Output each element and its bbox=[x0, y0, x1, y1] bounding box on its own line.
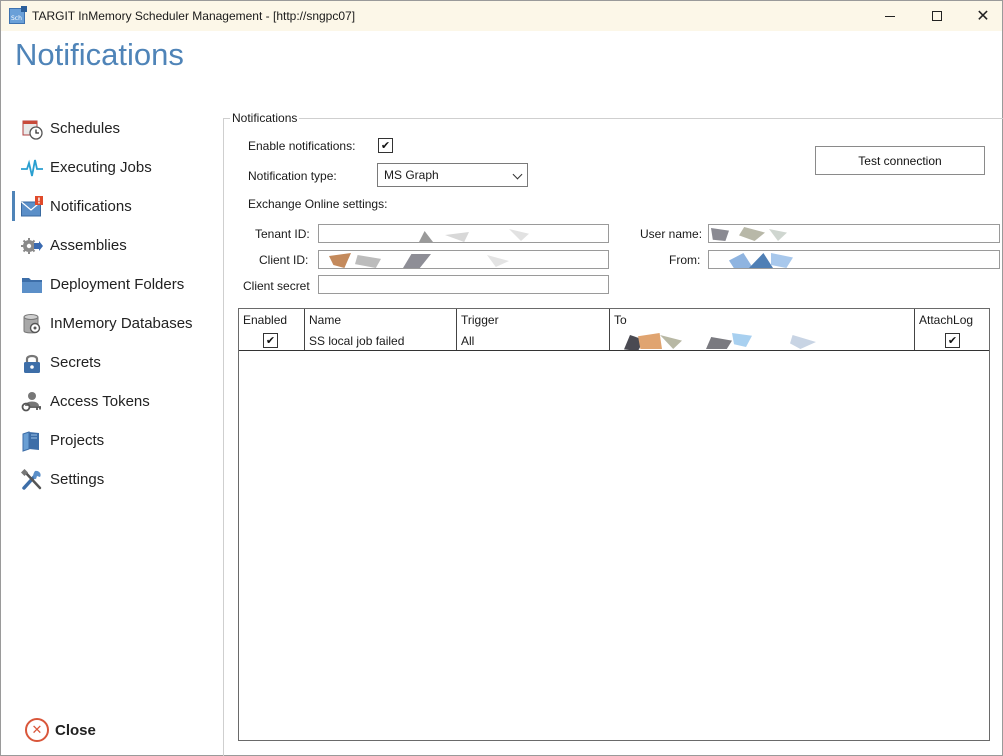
sidebar-item-label: Deployment Folders bbox=[50, 276, 185, 293]
sidebar-item-label: Projects bbox=[50, 432, 105, 449]
column-header-to[interactable]: To bbox=[610, 309, 915, 331]
folder-icon bbox=[22, 278, 42, 293]
client-secret-input[interactable] bbox=[318, 275, 609, 294]
client-secret-label: Client secret bbox=[243, 279, 310, 293]
column-header-enabled[interactable]: Enabled bbox=[239, 309, 305, 331]
sidebar-item-label: Assemblies bbox=[50, 237, 127, 254]
grid-header-row: Enabled Name Trigger To AttachLog bbox=[239, 309, 989, 331]
cell-enabled: ✔ bbox=[239, 331, 305, 350]
client-id-input[interactable] bbox=[318, 250, 609, 269]
svg-text:!: ! bbox=[37, 197, 41, 206]
sidebar-item-label: Secrets bbox=[50, 354, 101, 371]
groupbox-title: Notifications bbox=[230, 111, 300, 125]
sidebar-item-assemblies[interactable]: Assemblies bbox=[11, 226, 221, 265]
checkmark-icon: ✔ bbox=[947, 334, 958, 347]
minimize-button[interactable] bbox=[867, 1, 913, 31]
envelope-alert-icon: ! bbox=[21, 196, 43, 217]
tenant-id-input[interactable] bbox=[318, 224, 609, 243]
user-key-icon bbox=[21, 392, 41, 412]
tools-icon bbox=[21, 469, 42, 490]
test-connection-button[interactable]: Test connection bbox=[815, 146, 985, 175]
table-row[interactable]: ✔ SS local job failed All ✔ bbox=[239, 331, 989, 351]
books-icon bbox=[22, 431, 39, 452]
cell-attachlog: ✔ bbox=[915, 331, 989, 350]
sidebar-item-executing-jobs[interactable]: Executing Jobs bbox=[11, 148, 221, 187]
sidebar-item-schedules[interactable]: Schedules bbox=[11, 109, 221, 148]
pulse-icon bbox=[21, 159, 43, 177]
maximize-icon bbox=[932, 11, 942, 21]
enable-notifications-label: Enable notifications: bbox=[248, 139, 356, 153]
sidebar-item-secrets[interactable]: Secrets bbox=[11, 343, 221, 382]
sidebar-item-label: Access Tokens bbox=[50, 393, 150, 410]
notifications-grid: Enabled Name Trigger To AttachLog ✔ SS l… bbox=[238, 308, 990, 741]
sidebar-item-projects[interactable]: Projects bbox=[11, 421, 221, 460]
maximize-button[interactable] bbox=[914, 1, 960, 31]
sidebar-item-label: Schedules bbox=[50, 120, 121, 137]
cell-trigger[interactable]: All bbox=[457, 331, 610, 350]
column-header-name[interactable]: Name bbox=[305, 309, 457, 331]
app-window: Sch TARGIT InMemory Scheduler Management… bbox=[0, 0, 1003, 756]
close-icon: ✕ bbox=[976, 6, 990, 25]
notification-type-label: Notification type: bbox=[248, 169, 337, 183]
close-circle-icon: ✕ bbox=[25, 718, 49, 742]
page-title: Notifications bbox=[15, 37, 184, 72]
row-attachlog-checkbox[interactable]: ✔ bbox=[945, 333, 960, 348]
tenant-id-label: Tenant ID: bbox=[255, 227, 310, 241]
window-title: TARGIT InMemory Scheduler Management - [… bbox=[32, 9, 356, 23]
checkmark-icon: ✔ bbox=[265, 334, 276, 347]
sidebar-item-notifications[interactable]: ! Notifications bbox=[11, 187, 221, 226]
sidebar-item-label: Notifications bbox=[50, 198, 132, 215]
app-icon: Sch bbox=[9, 6, 27, 24]
sidebar-item-settings[interactable]: Settings bbox=[11, 460, 221, 499]
minimize-icon bbox=[885, 15, 895, 17]
sidebar-item-label: InMemory Databases bbox=[50, 315, 193, 332]
sidebar-item-inmemory-databases[interactable]: InMemory Databases bbox=[11, 304, 221, 343]
sidebar-item-label: Settings bbox=[50, 471, 105, 488]
close-app-button[interactable]: ✕ Close bbox=[25, 718, 96, 742]
cell-name[interactable]: SS local job failed bbox=[305, 331, 457, 350]
sidebar: Schedules Executing Jobs ! Notifications bbox=[11, 109, 221, 499]
clock-calendar-icon bbox=[22, 120, 43, 140]
notification-type-value: MS Graph bbox=[384, 168, 439, 182]
user-name-input[interactable] bbox=[708, 224, 1000, 243]
from-input[interactable] bbox=[708, 250, 1000, 269]
column-header-attachlog[interactable]: AttachLog bbox=[915, 309, 989, 331]
column-header-trigger[interactable]: Trigger bbox=[457, 309, 610, 331]
cell-to[interactable] bbox=[610, 331, 915, 350]
client-id-label: Client ID: bbox=[259, 253, 309, 267]
gear-arrow-icon bbox=[21, 238, 43, 254]
window-close-button[interactable]: ✕ bbox=[960, 1, 1003, 31]
sidebar-item-deployment-folders[interactable]: Deployment Folders bbox=[11, 265, 221, 304]
close-label: Close bbox=[55, 721, 96, 739]
title-bar: Sch TARGIT InMemory Scheduler Management… bbox=[1, 1, 1002, 31]
database-gear-icon bbox=[23, 314, 41, 334]
checkmark-icon: ✔ bbox=[380, 139, 391, 152]
enable-notifications-checkbox[interactable]: ✔ bbox=[378, 138, 393, 153]
lock-icon bbox=[24, 354, 40, 373]
from-label: From: bbox=[669, 253, 701, 267]
row-enabled-checkbox[interactable]: ✔ bbox=[263, 333, 278, 348]
notification-type-select[interactable]: MS Graph bbox=[377, 163, 528, 187]
user-name-label: User name: bbox=[640, 227, 703, 241]
exchange-settings-label: Exchange Online settings: bbox=[248, 197, 388, 211]
sidebar-item-access-tokens[interactable]: Access Tokens bbox=[11, 382, 221, 421]
chevron-down-icon bbox=[512, 169, 523, 180]
sidebar-item-label: Executing Jobs bbox=[50, 159, 152, 176]
